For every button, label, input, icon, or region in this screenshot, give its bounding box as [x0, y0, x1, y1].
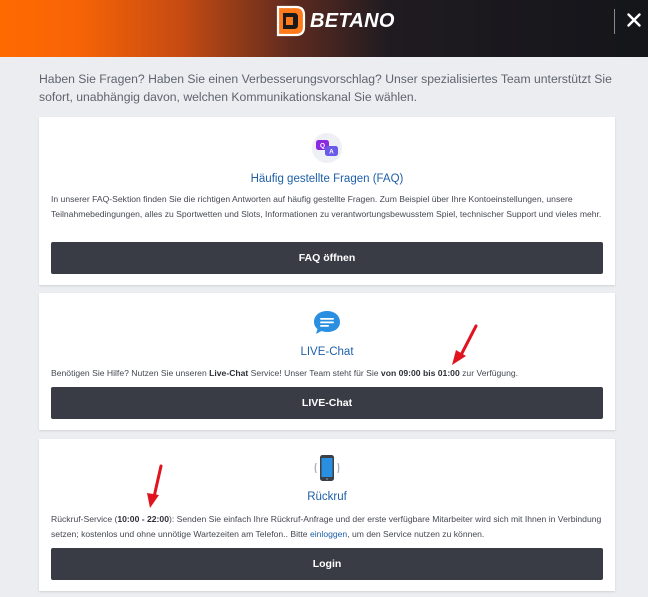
callback-hours: 10:00 - 22:00	[117, 514, 169, 524]
intro-text: Haben Sie Fragen? Haben Sie einen Verbes…	[39, 72, 612, 104]
chat-text-part: Service! Unser Team steht für Sie	[248, 368, 381, 378]
live-chat-description: Benötigen Sie Hilfe? Nutzen Sie unseren …	[51, 366, 607, 381]
faq-open-button[interactable]: FAQ öffnen	[51, 242, 603, 274]
chat-bubble-icon	[312, 309, 342, 337]
live-chat-title: LIVE-Chat	[300, 346, 354, 358]
faq-card: Q A Häufig gestellte Fragen (FAQ) In uns…	[39, 117, 615, 285]
faq-bubbles-icon: Q A	[312, 133, 342, 163]
callback-description: Rückruf-Service (10:00 - 22:00): Senden …	[51, 512, 607, 542]
svg-text:Q: Q	[320, 143, 325, 150]
betano-logo: BETANO	[274, 4, 395, 38]
chat-text-part: Benötigen Sie Hilfe? Nutzen Sie unseren	[51, 368, 210, 378]
header-bar: BETANO	[0, 0, 648, 57]
header-divider	[614, 9, 615, 34]
annotation-arrow-icon	[452, 324, 478, 365]
svg-text:A: A	[329, 149, 334, 156]
login-link[interactable]: einloggen	[310, 529, 347, 539]
callback-text-part: , um den Service nutzen zu können.	[347, 529, 485, 539]
annotation-arrow-icon	[147, 464, 163, 508]
betano-logo-icon	[276, 5, 306, 37]
close-button[interactable]	[622, 8, 646, 32]
callback-title: Rückruf	[307, 491, 347, 503]
faq-description: In unserer FAQ-Sektion finden Sie die ri…	[51, 194, 602, 219]
close-icon	[627, 13, 641, 27]
login-button[interactable]: Login	[51, 548, 603, 580]
callback-card: Rückruf Rückruf-Service (10:00 - 22:00):…	[39, 439, 615, 591]
brand-name: BETANO	[310, 9, 395, 32]
chat-hours: von 09:00 bis 01:00	[380, 368, 460, 378]
phone-icon	[314, 453, 340, 483]
live-chat-button[interactable]: LIVE-Chat	[51, 387, 603, 419]
live-chat-card: LIVE-Chat Benötigen Sie Hilfe? Nutzen Si…	[39, 293, 615, 430]
chat-text-bold-livechat: Live-Chat	[209, 368, 249, 378]
faq-title: Häufig gestellte Fragen (FAQ)	[250, 173, 404, 185]
chat-text-part: zur Verfügung.	[459, 368, 519, 378]
callback-text-part: Rückruf-Service (	[51, 514, 118, 524]
